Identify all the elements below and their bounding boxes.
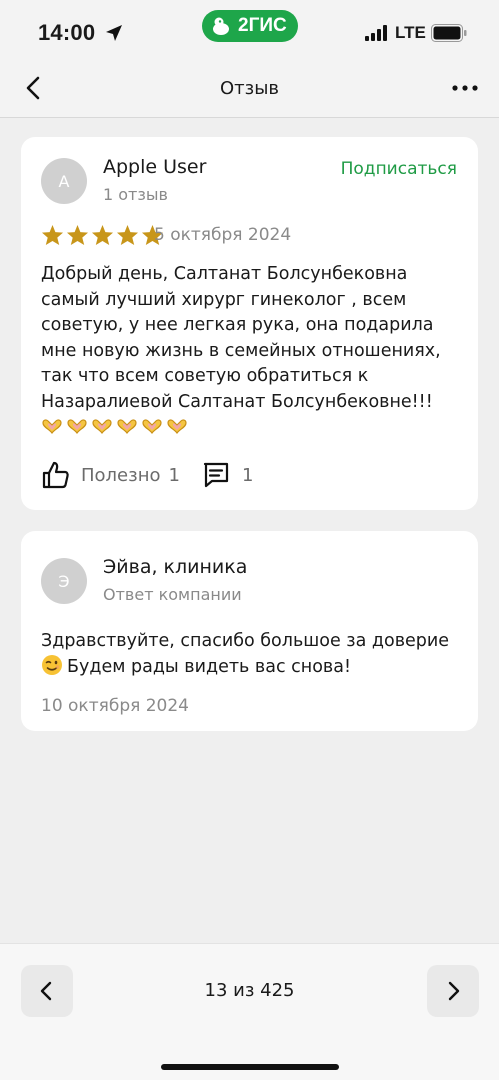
review-emoji-row [41,418,188,434]
review-author-count: 1 отзыв [103,185,168,204]
signal-bars-icon [365,25,387,41]
chevron-right-icon [448,981,460,1001]
heart-hands-icon [142,419,162,434]
company-reply-label: Ответ компании [103,585,242,604]
company-name[interactable]: Эйва, клиника [103,556,247,578]
avatar[interactable]: A [41,158,87,204]
top-navigation-bar: Отзыв [0,62,499,118]
comment-icon [203,462,229,488]
winking-face-icon [42,655,62,675]
review-text: Добрый день, Салтанат Болсунбековна самы… [41,264,441,412]
star-icon [41,224,64,246]
status-bar: 14:00 2ГИС LTE [0,0,499,62]
network-type: LTE [395,23,426,42]
heart-hands-icon [117,419,137,434]
bottom-pager-bar: 13 из 425 [0,943,499,1080]
home-indicator [161,1064,339,1070]
next-review-button[interactable] [427,965,479,1017]
review-author-name[interactable]: Apple User [103,156,206,178]
rating-stars [41,224,164,246]
battery-icon [431,24,467,42]
pager-label: 13 из 425 [204,980,295,1001]
more-dots-icon[interactable] [450,76,480,100]
comment-count: 1 [241,464,254,486]
2gis-bird-icon [213,17,229,35]
company-reply-card: Э Эйва, клиника Ответ компании Здравству… [21,531,478,731]
reply-date: 10 октября 2024 [41,696,190,716]
reply-text-line-1: Здравствуйте, спасибо большое за доверие [41,631,450,651]
useful-label: Полезно [81,464,161,486]
subscribe-button[interactable]: Подписаться [341,159,457,179]
star-icon [91,224,114,246]
heart-hands-icon [167,419,187,434]
star-icon [66,224,89,246]
useful-count: 1 [168,464,180,486]
location-arrow-icon [106,25,122,41]
brand-name: 2ГИС [238,15,287,36]
star-icon [116,224,139,246]
review-card: A Apple User 1 отзыв Подписаться 5 октяб… [21,137,478,510]
reply-text-line-2: Будем рады видеть вас снова! [67,657,351,677]
heart-hands-icon [92,419,112,434]
company-avatar[interactable]: Э [41,558,87,604]
heart-hands-icon [42,419,62,434]
brand-badge: 2ГИС [202,10,298,42]
comments-button[interactable]: 1 [202,461,253,489]
review-date: 5 октября 2024 [154,225,292,245]
thumbs-up-icon [42,461,69,489]
page-title: Отзыв [219,78,280,99]
reply-text: Здравствуйте, спасибо большое за доверие… [41,628,466,680]
heart-hands-icon [67,419,87,434]
status-time: 14:00 [38,20,96,45]
useful-button[interactable]: Полезно 1 [41,460,180,490]
review-actions: Полезно 1 1 [41,459,253,491]
